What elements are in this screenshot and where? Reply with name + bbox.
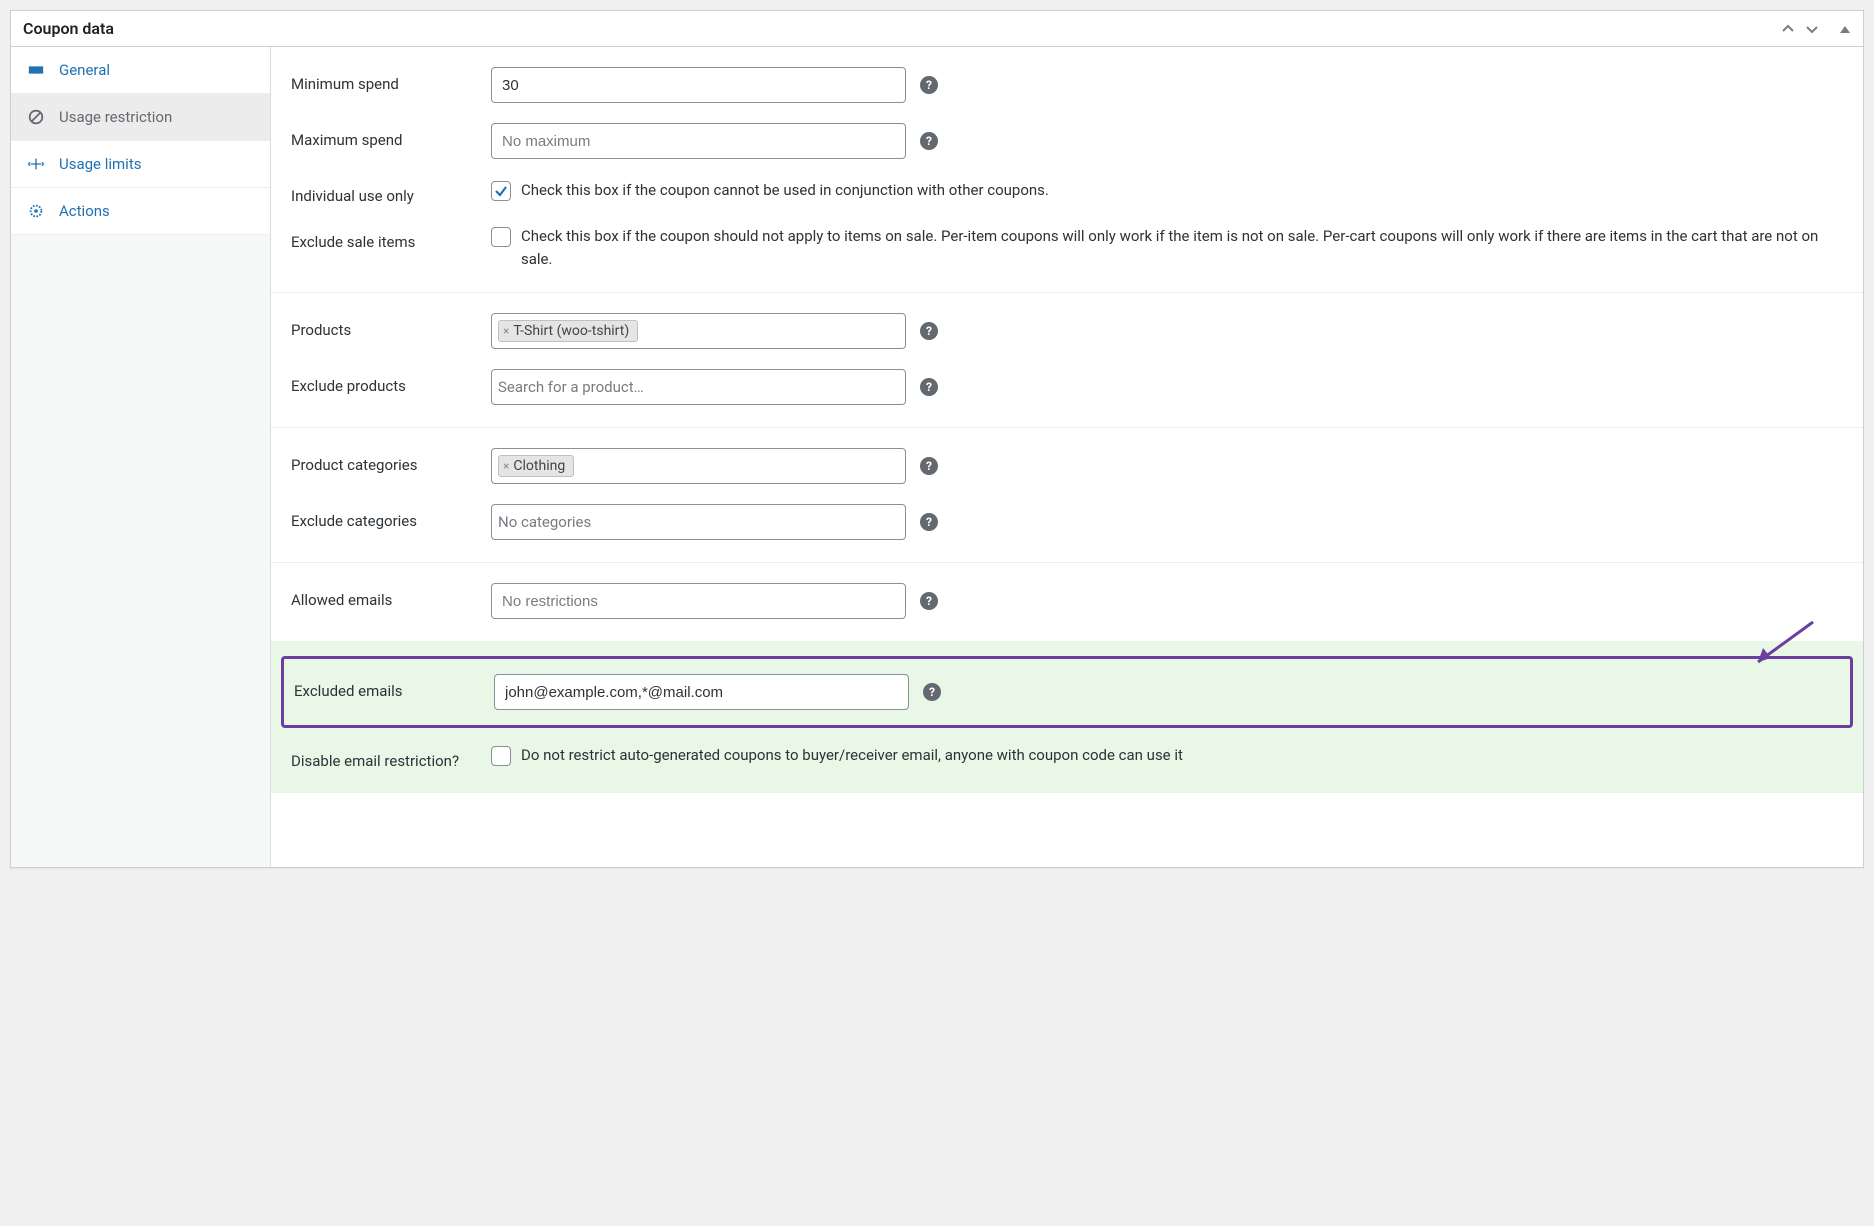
product-tag: × T-Shirt (woo-tshirt) <box>498 320 638 342</box>
remove-tag-icon[interactable]: × <box>503 459 509 473</box>
allowed-emails-label: Allowed emails <box>291 583 491 609</box>
tag-label: T-Shirt (woo-tshirt) <box>513 323 629 339</box>
individual-use-checkbox[interactable] <box>491 181 511 201</box>
move-down-icon[interactable] <box>1805 22 1819 36</box>
help-icon[interactable]: ? <box>920 378 938 396</box>
panel-header: Coupon data <box>11 11 1863 47</box>
min-spend-label: Minimum spend <box>291 67 491 93</box>
tab-label: Actions <box>59 202 110 220</box>
gear-icon <box>27 202 45 220</box>
tab-label: General <box>59 61 110 79</box>
help-icon[interactable]: ? <box>920 322 938 340</box>
sidebar-tabs: General Usage restriction Usage limits A… <box>11 47 271 867</box>
help-icon[interactable]: ? <box>920 592 938 610</box>
disable-email-restriction-checkbox[interactable] <box>491 746 511 766</box>
tab-general[interactable]: General <box>11 47 270 94</box>
category-tag: × Clothing <box>498 455 574 477</box>
disable-email-restriction-label: Disable email restriction? <box>291 744 491 770</box>
exclude-products-select[interactable]: Search for a product… <box>491 369 906 405</box>
categories-select[interactable]: × Clothing <box>491 448 906 484</box>
tag-label: Clothing <box>513 458 565 474</box>
remove-tag-icon[interactable]: × <box>503 324 509 338</box>
max-spend-input[interactable] <box>491 123 906 159</box>
tab-label: Usage limits <box>59 155 141 173</box>
individual-use-label: Individual use only <box>291 179 491 205</box>
products-select[interactable]: × T-Shirt (woo-tshirt) <box>491 313 906 349</box>
move-up-icon[interactable] <box>1781 22 1795 36</box>
disable-email-restriction-description: Do not restrict auto-generated coupons t… <box>521 744 1183 767</box>
exclude-categories-placeholder: No categories <box>498 513 591 531</box>
tab-actions[interactable]: Actions <box>11 188 270 235</box>
exclude-products-label: Exclude products <box>291 369 491 395</box>
individual-use-description: Check this box if the coupon cannot be u… <box>521 179 1049 202</box>
categories-label: Product categories <box>291 448 491 474</box>
help-icon[interactable]: ? <box>920 132 938 150</box>
content-area: Minimum spend ? Maximum spend ? <box>271 47 1863 867</box>
tab-usage-limits[interactable]: Usage limits <box>11 141 270 188</box>
excluded-emails-highlight: Excluded emails ? <box>281 656 1853 728</box>
help-icon[interactable]: ? <box>923 683 941 701</box>
exclude-products-placeholder: Search for a product… <box>498 378 644 396</box>
limits-icon <box>27 155 45 173</box>
ban-icon <box>27 108 45 126</box>
panel-controls <box>1781 22 1851 36</box>
exclude-categories-label: Exclude categories <box>291 504 491 530</box>
excluded-emails-label: Excluded emails <box>294 674 494 700</box>
help-icon[interactable]: ? <box>920 457 938 475</box>
coupon-data-panel: Coupon data General Usage restriction <box>10 10 1864 868</box>
annotation-arrow-icon <box>1743 614 1823 674</box>
toggle-icon[interactable] <box>1839 23 1851 35</box>
exclude-sale-description: Check this box if the coupon should not … <box>521 225 1843 270</box>
exclude-sale-checkbox[interactable] <box>491 227 511 247</box>
exclude-categories-select[interactable]: No categories <box>491 504 906 540</box>
tab-label: Usage restriction <box>59 108 172 126</box>
max-spend-label: Maximum spend <box>291 123 491 149</box>
ticket-icon <box>27 61 45 79</box>
products-label: Products <box>291 313 491 339</box>
panel-title: Coupon data <box>23 19 114 38</box>
exclude-sale-label: Exclude sale items <box>291 225 491 251</box>
tab-usage-restriction[interactable]: Usage restriction <box>11 94 270 141</box>
excluded-emails-input[interactable] <box>494 674 909 710</box>
help-icon[interactable]: ? <box>920 513 938 531</box>
min-spend-input[interactable] <box>491 67 906 103</box>
help-icon[interactable]: ? <box>920 76 938 94</box>
allowed-emails-input[interactable] <box>491 583 906 619</box>
